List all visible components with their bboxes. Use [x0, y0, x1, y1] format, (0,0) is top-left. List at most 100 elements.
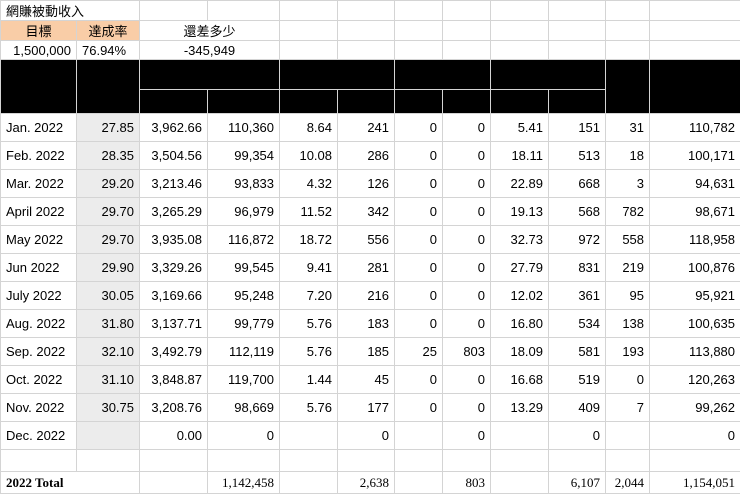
cell-aff[interactable]: 3: [606, 170, 650, 198]
totals-aff[interactable]: 2,044: [606, 472, 650, 494]
cell-po-usd[interactable]: [395, 422, 443, 450]
cell[interactable]: [395, 472, 443, 494]
goal-value-cell[interactable]: 1,500,000: [1, 41, 77, 60]
cell-aff[interactable]: 7: [606, 394, 650, 422]
cell-ad-usd[interactable]: 27.79: [491, 254, 549, 282]
cell-aff[interactable]: 18: [606, 142, 650, 170]
cell[interactable]: [443, 1, 491, 21]
cell-sp-usd[interactable]: [280, 422, 338, 450]
cell-ms-usd[interactable]: 3,848.87: [140, 366, 208, 394]
totals-ad-twd[interactable]: 6,107: [549, 472, 606, 494]
cell-ad-twd[interactable]: 519: [549, 366, 606, 394]
cell[interactable]: [208, 1, 280, 21]
cell-ms-usd[interactable]: 3,169.66: [140, 282, 208, 310]
cell[interactable]: [395, 1, 443, 21]
cell-po-twd[interactable]: 0: [443, 282, 491, 310]
cell-month[interactable]: April 2022: [1, 198, 77, 226]
cell[interactable]: [208, 450, 280, 472]
cell[interactable]: [650, 41, 740, 60]
cell-sp-twd[interactable]: 0: [338, 422, 395, 450]
totals-label-cell[interactable]: 2022 Total: [1, 472, 140, 494]
cell-total[interactable]: 120,263: [650, 366, 740, 394]
goal-label-cell[interactable]: 目標: [1, 21, 77, 41]
cell-total[interactable]: 99,262: [650, 394, 740, 422]
cell-aff[interactable]: 0: [606, 366, 650, 394]
cell-month[interactable]: July 2022: [1, 282, 77, 310]
cell-po-twd[interactable]: 0: [443, 198, 491, 226]
cell-sp-usd[interactable]: 8.64: [280, 114, 338, 142]
cell[interactable]: [395, 21, 443, 41]
cell[interactable]: [395, 450, 443, 472]
cell-ms-usd[interactable]: 3,208.76: [140, 394, 208, 422]
cell-ad-usd[interactable]: 16.68: [491, 366, 549, 394]
cell[interactable]: [491, 472, 549, 494]
cell-sp-twd[interactable]: 216: [338, 282, 395, 310]
cell[interactable]: [443, 41, 491, 60]
cell-ad-usd[interactable]: 18.11: [491, 142, 549, 170]
cell-sp-twd[interactable]: 45: [338, 366, 395, 394]
cell-sp-usd[interactable]: 5.76: [280, 338, 338, 366]
cell-sp-twd[interactable]: 185: [338, 338, 395, 366]
cell-ad-usd[interactable]: [491, 422, 549, 450]
cell-ms-usd[interactable]: 3,935.08: [140, 226, 208, 254]
cell-rate[interactable]: 31.10: [77, 366, 140, 394]
cell[interactable]: [650, 450, 740, 472]
header-ms-usd[interactable]: USD: [140, 90, 208, 114]
cell[interactable]: [606, 1, 650, 21]
cell-ad-usd[interactable]: 19.13: [491, 198, 549, 226]
cell-ad-twd[interactable]: 581: [549, 338, 606, 366]
cell-ms-twd[interactable]: 99,779: [208, 310, 280, 338]
header-affiliate[interactable]: 聯盟 行銷: [606, 60, 650, 114]
cell-po-twd[interactable]: 0: [443, 114, 491, 142]
cell-total[interactable]: 100,635: [650, 310, 740, 338]
cell-ad-usd[interactable]: 32.73: [491, 226, 549, 254]
cell-total[interactable]: 0: [650, 422, 740, 450]
cell-aff[interactable]: 31: [606, 114, 650, 142]
header-po-usd[interactable]: USD: [395, 90, 443, 114]
cell-aff[interactable]: 138: [606, 310, 650, 338]
achieve-label-cell[interactable]: 達成率: [77, 21, 140, 41]
cell-ms-twd[interactable]: 96,979: [208, 198, 280, 226]
cell-sp-usd[interactable]: 9.41: [280, 254, 338, 282]
header-ad-twd[interactable]: 台幣: [549, 90, 606, 114]
header-blank[interactable]: [1, 60, 77, 114]
cell-month[interactable]: Nov. 2022: [1, 394, 77, 422]
cell-month[interactable]: May 2022: [1, 226, 77, 254]
cell-total[interactable]: 113,880: [650, 338, 740, 366]
cell-po-twd[interactable]: 0: [443, 170, 491, 198]
cell-ms-usd[interactable]: 0.00: [140, 422, 208, 450]
cell[interactable]: [549, 21, 606, 41]
cell-ms-usd[interactable]: 3,265.29: [140, 198, 208, 226]
cell-sp-usd[interactable]: 5.76: [280, 394, 338, 422]
header-self-publish[interactable]: Self-Publish: [280, 60, 395, 90]
cell-po-usd[interactable]: 25: [395, 338, 443, 366]
cell[interactable]: [606, 450, 650, 472]
cell-sp-usd[interactable]: 7.20: [280, 282, 338, 310]
totals-ms-twd[interactable]: 1,142,458: [208, 472, 280, 494]
cell-po-twd[interactable]: 0: [443, 394, 491, 422]
cell[interactable]: [338, 450, 395, 472]
cell[interactable]: [491, 21, 549, 41]
header-adsense[interactable]: Google AdSense: [491, 60, 606, 90]
cell[interactable]: [549, 41, 606, 60]
cell[interactable]: [140, 450, 208, 472]
cell-month[interactable]: Jan. 2022: [1, 114, 77, 142]
header-twd-total[interactable]: 台幣總收入: [650, 60, 740, 114]
cell-ms-twd[interactable]: 99,545: [208, 254, 280, 282]
cell-po-usd[interactable]: 0: [395, 282, 443, 310]
cell[interactable]: [338, 41, 395, 60]
cell-ms-twd[interactable]: 93,833: [208, 170, 280, 198]
cell-sp-usd[interactable]: 11.52: [280, 198, 338, 226]
cell-sp-usd[interactable]: 5.76: [280, 310, 338, 338]
remaining-value-cell[interactable]: -345,949: [140, 41, 280, 60]
cell-month[interactable]: Dec. 2022: [1, 422, 77, 450]
cell[interactable]: [443, 450, 491, 472]
cell-total[interactable]: 94,631: [650, 170, 740, 198]
cell-rate[interactable]: 27.85: [77, 114, 140, 142]
cell-ad-twd[interactable]: 151: [549, 114, 606, 142]
cell-ms-twd[interactable]: 99,354: [208, 142, 280, 170]
cell-po-usd[interactable]: 0: [395, 254, 443, 282]
cell-sp-twd[interactable]: 281: [338, 254, 395, 282]
cell-ad-twd[interactable]: 361: [549, 282, 606, 310]
cell-po-usd[interactable]: 0: [395, 226, 443, 254]
